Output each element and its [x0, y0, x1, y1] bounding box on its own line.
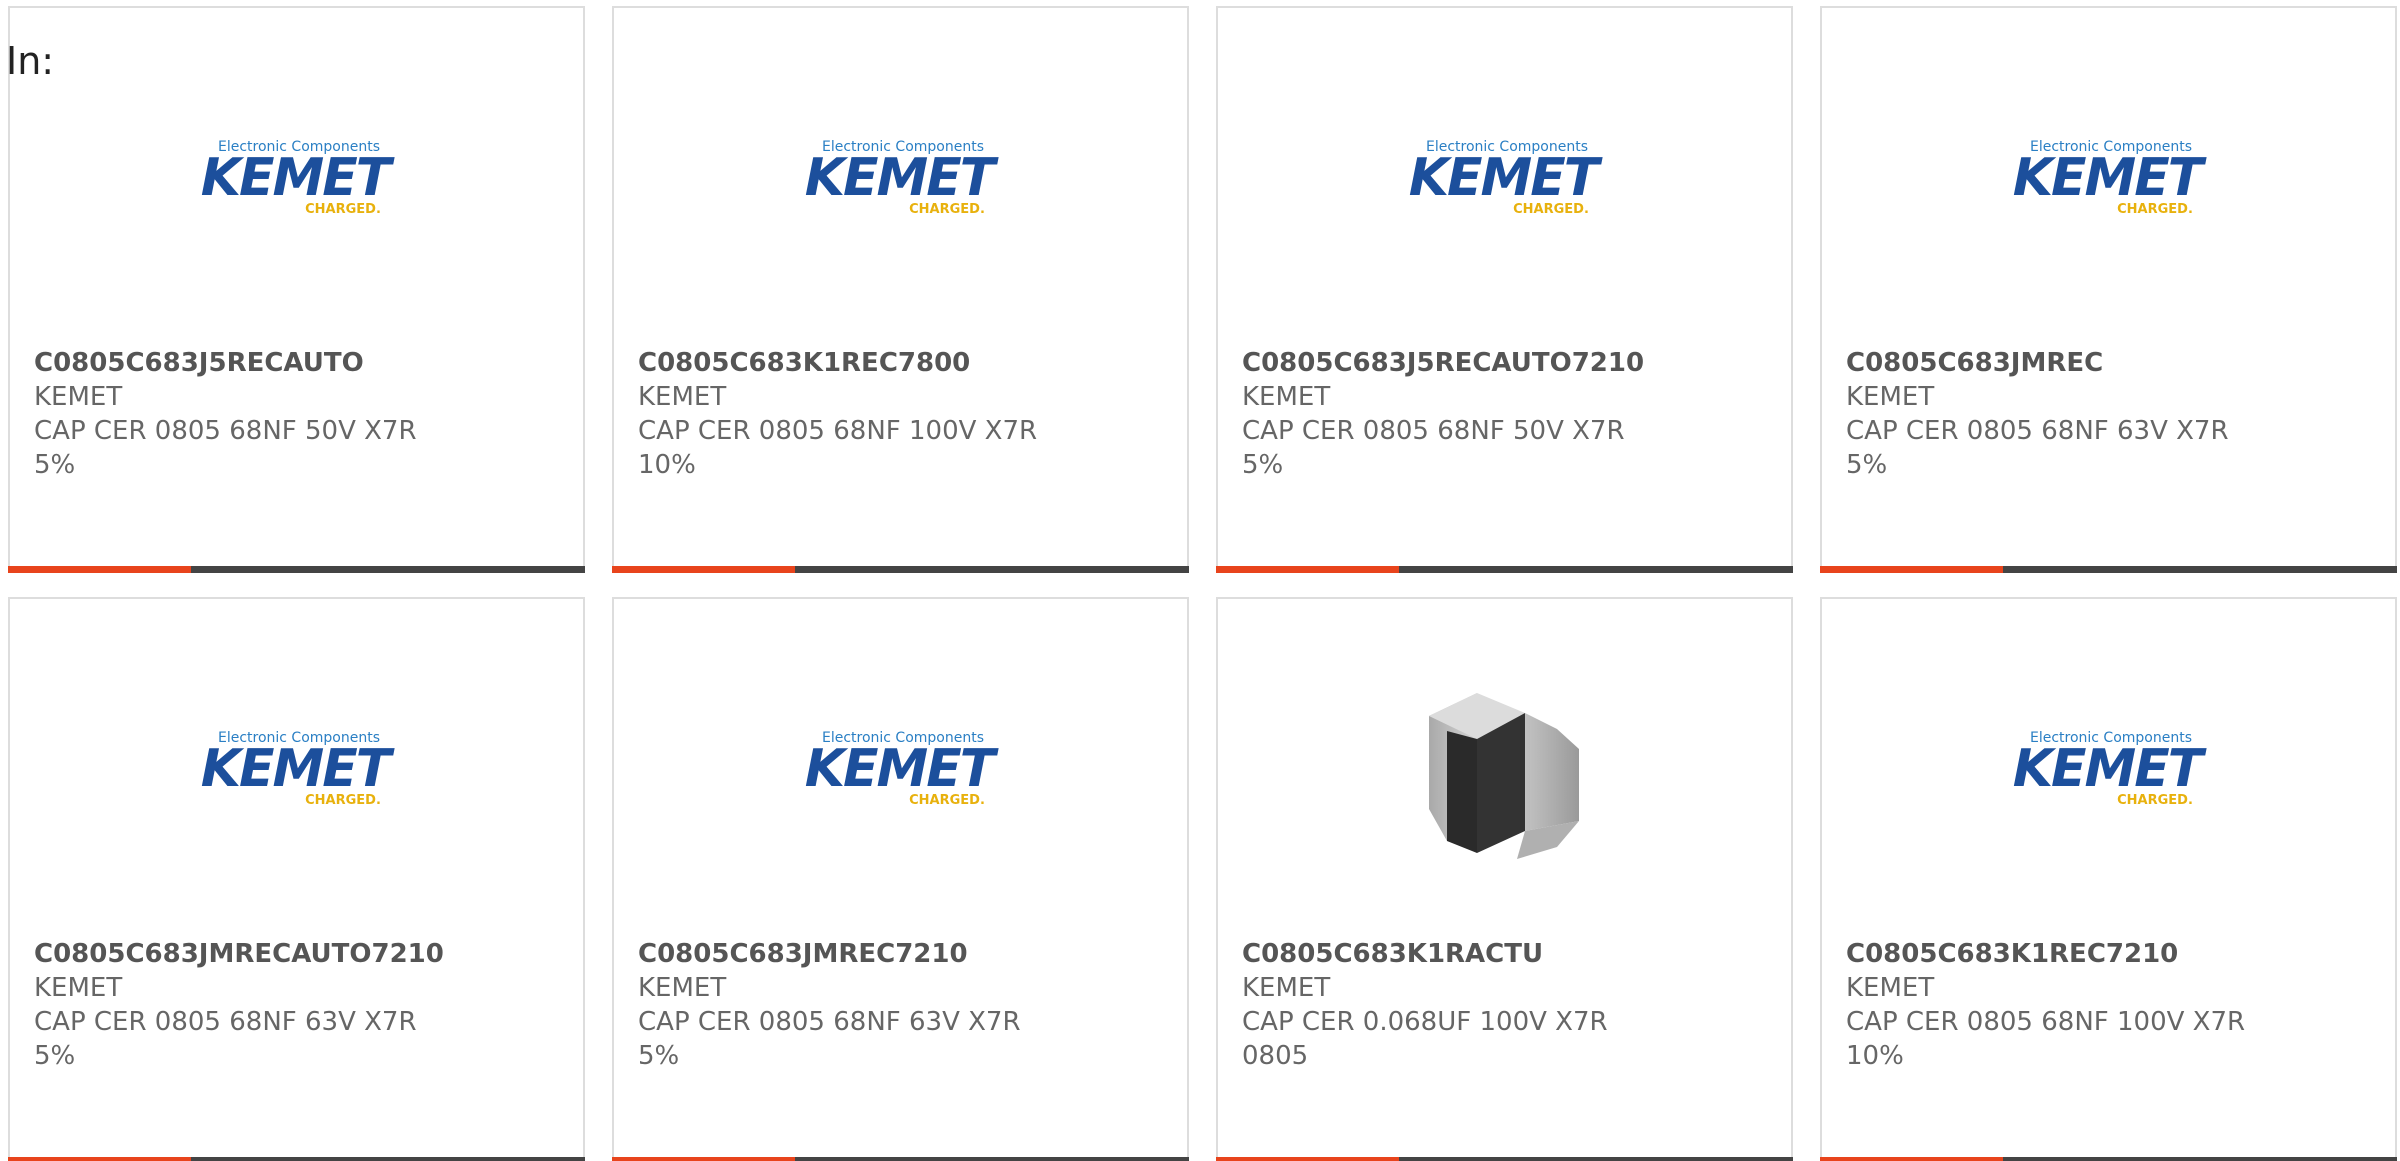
product-description: CAP CER 0805 68NF 100V X7R 10% — [1846, 1007, 2246, 1071]
card-bar-accent — [1216, 566, 1399, 573]
product-description: CAP CER 0805 68NF 50V X7R 5% — [34, 416, 417, 480]
product-image[interactable] — [1218, 679, 1791, 859]
product-description: CAP CER 0.068UF 100V X7R 0805 — [1242, 1007, 1608, 1071]
in-label: In: — [6, 39, 55, 83]
product-description: CAP CER 0805 68NF 63V X7R 5% — [1846, 416, 2229, 480]
part-number-link[interactable]: C0805C683K1REC7210 — [1846, 937, 2375, 971]
product-description: CAP CER 0805 68NF 63V X7R 5% — [34, 1007, 417, 1071]
part-number-link[interactable]: C0805C683JMRECAUTO7210 — [34, 937, 563, 971]
logo-brand: KEMET — [1408, 148, 1602, 208]
card-bar-accent — [612, 1157, 795, 1161]
card-bar-accent — [8, 566, 191, 573]
part-number-link[interactable]: C0805C683J5RECAUTO — [34, 346, 563, 380]
product-card[interactable]: Electronic Components KEMET CHARGED. C08… — [8, 6, 585, 573]
part-number-link[interactable]: C0805C683K1RACTU — [1242, 937, 1771, 971]
product-description: CAP CER 0805 68NF 100V X7R 10% — [638, 416, 1038, 480]
product-info: C0805C683JMRECAUTO7210 KEMET CAP CER 0805 … — [34, 937, 563, 1073]
product-results-page: In: Electronic Components KEMET CHARGED.… — [0, 0, 2400, 1161]
logo-brand: KEMET — [2012, 148, 2206, 208]
kemet-logo: Electronic Components KEMET CHARGED. — [804, 730, 1000, 808]
product-image[interactable]: Electronic Components KEMET CHARGED. — [1822, 679, 2395, 859]
card-bottom-bar — [1216, 1157, 1793, 1161]
product-info: C0805C683J5RECAUTO KEMET CAP CER 0805 68NF… — [34, 346, 563, 482]
product-image[interactable]: Electronic Components KEMET CHARGED. — [10, 679, 583, 859]
card-bottom-bar — [612, 1157, 1189, 1161]
logo-slogan: CHARGED. — [1513, 202, 1589, 217]
logo-slogan: CHARGED. — [2117, 793, 2193, 808]
logo-slogan: CHARGED. — [909, 202, 985, 217]
manufacturer-name: KEMET — [638, 973, 727, 1003]
product-description: CAP CER 0805 68NF 50V X7R 5% — [1242, 416, 1625, 480]
card-bottom-bar — [8, 1157, 585, 1161]
card-bar-accent — [1820, 566, 2003, 573]
product-card[interactable]: Electronic Components KEMET CHARGED. C08… — [8, 597, 585, 1161]
product-card[interactable]: Electronic Components KEMET CHARGED. C08… — [612, 6, 1189, 573]
logo-brand: KEMET — [804, 739, 998, 799]
card-bottom-bar — [1820, 1157, 2397, 1161]
card-bar-accent — [1820, 1157, 2003, 1161]
product-info: C0805C683JMREC KEMET CAP CER 0805 68NF 63V… — [1846, 346, 2375, 482]
manufacturer-name: KEMET — [1846, 382, 1935, 412]
logo-slogan: CHARGED. — [2117, 202, 2193, 217]
product-image[interactable]: Electronic Components KEMET CHARGED. — [1822, 88, 2395, 268]
kemet-logo: Electronic Components KEMET CHARGED. — [1408, 139, 1604, 217]
product-card[interactable]: Electronic Components KEMET CHARGED. C08… — [1820, 6, 2397, 573]
card-bar-accent — [612, 566, 795, 573]
kemet-logo: Electronic Components KEMET CHARGED. — [2012, 730, 2208, 808]
card-bottom-bar — [1820, 566, 2397, 573]
part-number-link[interactable]: C0805C683JMREC — [1846, 346, 2375, 380]
logo-brand: KEMET — [200, 739, 394, 799]
product-card[interactable]: Electronic Components KEMET CHARGED. C08… — [1216, 6, 1793, 573]
part-number-link[interactable]: C0805C683K1REC7800 — [638, 346, 1167, 380]
manufacturer-name: KEMET — [638, 382, 727, 412]
manufacturer-name: KEMET — [1242, 973, 1331, 1003]
product-info: C0805C683K1REC7800 KEMET CAP CER 0805 68NF… — [638, 346, 1167, 482]
kemet-logo: Electronic Components KEMET CHARGED. — [200, 139, 396, 217]
manufacturer-name: KEMET — [1242, 382, 1331, 412]
product-card[interactable]: Electronic Components KEMET CHARGED. C08… — [612, 597, 1189, 1161]
card-bar-accent — [1216, 1157, 1399, 1161]
logo-brand: KEMET — [200, 148, 394, 208]
card-bottom-bar — [1216, 566, 1793, 573]
logo-brand: KEMET — [804, 148, 998, 208]
product-image[interactable]: Electronic Components KEMET CHARGED. — [614, 88, 1187, 268]
product-image[interactable]: Electronic Components KEMET CHARGED. — [10, 88, 583, 268]
product-description: CAP CER 0805 68NF 63V X7R 5% — [638, 1007, 1021, 1071]
card-bar-accent — [8, 1157, 191, 1161]
product-info: C0805C683K1REC7210 KEMET CAP CER 0805 68NF… — [1846, 937, 2375, 1073]
chip-capacitor-image — [1428, 693, 1579, 859]
manufacturer-name: KEMET — [34, 382, 123, 412]
kemet-logo: Electronic Components KEMET CHARGED. — [2012, 139, 2208, 217]
product-image[interactable]: Electronic Components KEMET CHARGED. — [1218, 88, 1791, 268]
card-bottom-bar — [612, 566, 1189, 573]
kemet-logo: Electronic Components KEMET CHARGED. — [804, 139, 1000, 217]
card-bottom-bar — [8, 566, 585, 573]
logo-slogan: CHARGED. — [305, 793, 381, 808]
product-info: C0805C683JMREC7210 KEMET CAP CER 0805 68NF… — [638, 937, 1167, 1073]
manufacturer-name: KEMET — [34, 973, 123, 1003]
product-info: C0805C683K1RACTU KEMET CAP CER 0.068UF 100… — [1242, 937, 1771, 1073]
part-number-link[interactable]: C0805C683JMREC7210 — [638, 937, 1167, 971]
product-card[interactable]: C0805C683K1RACTU KEMET CAP CER 0.068UF 100… — [1216, 597, 1793, 1161]
kemet-logo: Electronic Components KEMET CHARGED. — [200, 730, 396, 808]
logo-slogan: CHARGED. — [909, 793, 985, 808]
product-card[interactable]: Electronic Components KEMET CHARGED. C08… — [1820, 597, 2397, 1161]
product-image[interactable]: Electronic Components KEMET CHARGED. — [614, 679, 1187, 859]
part-number-link[interactable]: C0805C683J5RECAUTO7210 — [1242, 346, 1771, 380]
manufacturer-name: KEMET — [1846, 973, 1935, 1003]
product-grid: Electronic Components KEMET CHARGED. C08… — [8, 6, 2400, 1161]
product-info: C0805C683J5RECAUTO7210 KEMET CAP CER 0805 … — [1242, 346, 1771, 482]
logo-slogan: CHARGED. — [305, 202, 381, 217]
logo-brand: KEMET — [2012, 739, 2206, 799]
